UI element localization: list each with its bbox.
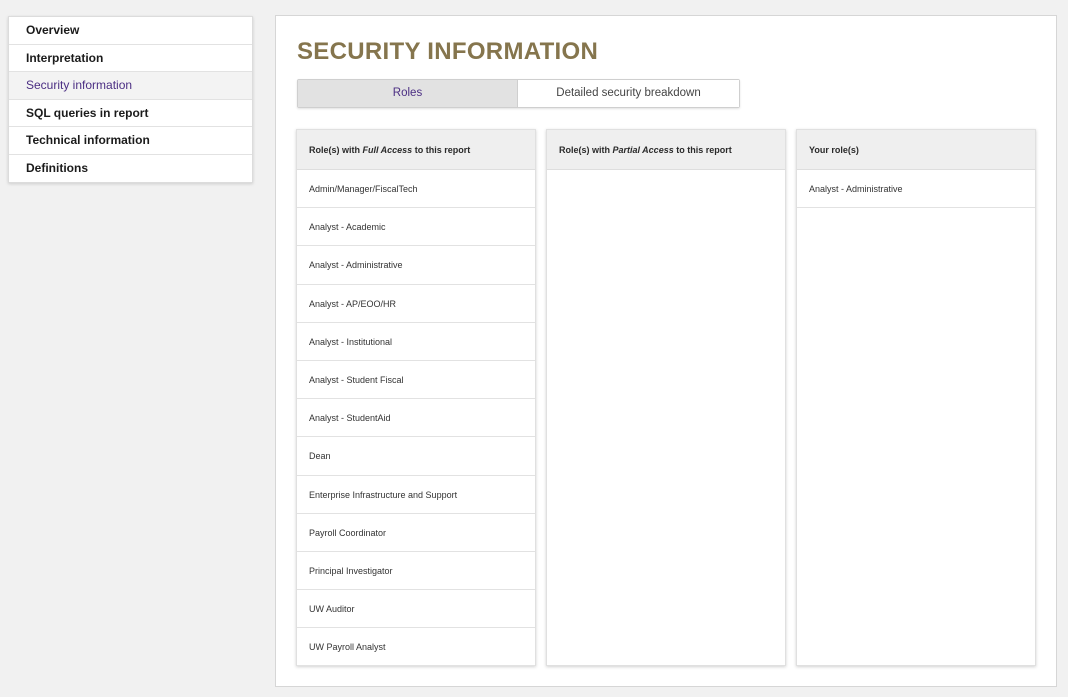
- partial-access-header: Role(s) with Partial Access to this repo…: [547, 130, 785, 170]
- role-row: Analyst - Student Fiscal: [297, 361, 535, 400]
- role-row: UW Auditor: [297, 590, 535, 629]
- main-panel: SECURITY INFORMATION Roles Detailed secu…: [275, 15, 1057, 687]
- tab-bar: Roles Detailed security breakdown: [297, 79, 740, 108]
- your-roles-list: Analyst - Administrative: [797, 170, 1035, 209]
- role-row: Analyst - Administrative: [797, 170, 1035, 209]
- full-access-role-list: Admin/Manager/FiscalTech Analyst - Academ…: [297, 170, 535, 667]
- role-row: Analyst - Administrative: [297, 246, 535, 285]
- role-row: Principal Investigator: [297, 552, 535, 591]
- sidebar-item-interpretation[interactable]: Interpretation: [9, 45, 252, 72]
- role-row: Analyst - Academic: [297, 208, 535, 247]
- role-row: Payroll Coordinator: [297, 514, 535, 552]
- role-row: UW Payroll Analyst: [297, 628, 535, 667]
- role-row: Enterprise Infrastructure and Support: [297, 476, 535, 514]
- sidebar-nav: Overview Interpretation Security informa…: [8, 16, 253, 183]
- role-row: Analyst - Institutional: [297, 323, 535, 361]
- role-row: Dean: [297, 437, 535, 476]
- tab-detailed-security-breakdown[interactable]: Detailed security breakdown: [518, 80, 739, 107]
- tab-roles[interactable]: Roles: [298, 80, 518, 107]
- your-roles-column: Your role(s) Analyst - Administrative: [796, 129, 1036, 666]
- sidebar-item-technical-information[interactable]: Technical information: [9, 127, 252, 155]
- partial-access-column: Role(s) with Partial Access to this repo…: [546, 129, 786, 666]
- full-access-column: Role(s) with Full Access to this report …: [296, 129, 536, 667]
- role-row: Analyst - AP/EOO/HR: [297, 285, 535, 323]
- page-title: SECURITY INFORMATION: [297, 38, 599, 65]
- your-roles-header: Your role(s): [797, 130, 1035, 170]
- sidebar-item-definitions[interactable]: Definitions: [9, 155, 252, 183]
- full-access-header: Role(s) with Full Access to this report: [297, 130, 535, 170]
- sidebar-item-overview[interactable]: Overview: [9, 17, 252, 45]
- role-row: Admin/Manager/FiscalTech: [297, 170, 535, 209]
- sidebar-item-sql-queries[interactable]: SQL queries in report: [9, 100, 252, 127]
- sidebar-item-security-information[interactable]: Security information: [9, 72, 252, 100]
- role-row: Analyst - StudentAid: [297, 399, 535, 438]
